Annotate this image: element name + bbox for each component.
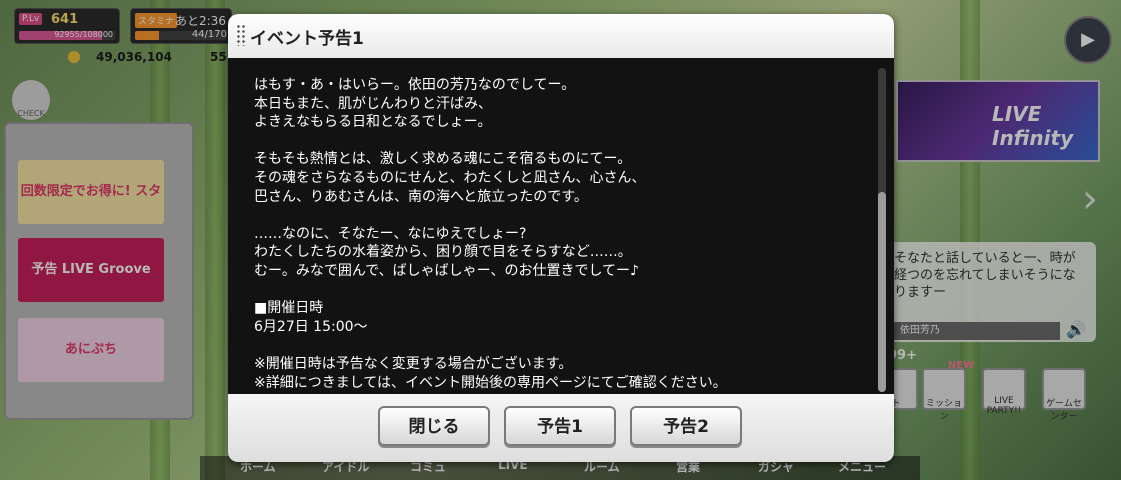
event-preview-dialog: イベント予告1 はもす・あ・はいらー。依田の芳乃なのでしてー。 本日もまた、肌が…: [228, 14, 894, 462]
event-description-text: はもす・あ・はいらー。依田の芳乃なのでしてー。 本日もまた、肌がじんわりと汗ばみ…: [254, 77, 727, 391]
dialog-body[interactable]: はもす・あ・はいらー。依田の芳乃なのでしてー。 本日もまた、肌がじんわりと汗ばみ…: [228, 58, 894, 394]
scrollbar-thumb[interactable]: [878, 192, 886, 392]
close-button[interactable]: 閉じる: [378, 406, 490, 446]
grip-dots-icon: [236, 24, 246, 46]
dialog-title: イベント予告1: [250, 29, 364, 49]
preview-2-button[interactable]: 予告2: [630, 406, 742, 446]
dialog-header: イベント予告1: [228, 14, 894, 58]
preview-1-button[interactable]: 予告1: [504, 406, 616, 446]
